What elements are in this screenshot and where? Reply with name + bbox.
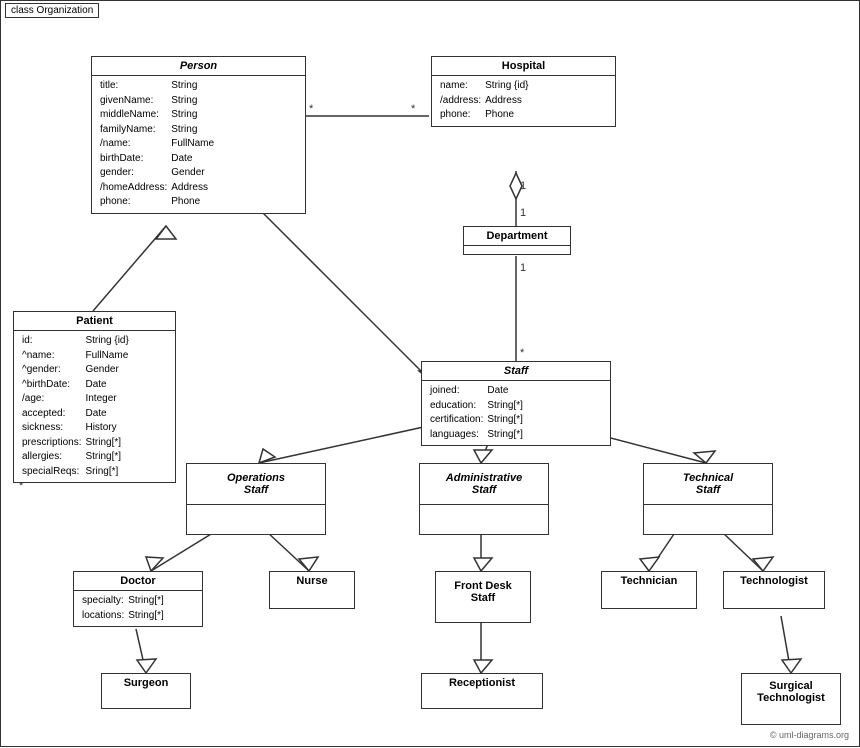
svg-text:1: 1 <box>520 262 526 274</box>
class-technical-staff: TechnicalStaff <box>643 463 773 535</box>
class-operations-staff-title: OperationsStaff <box>187 464 325 505</box>
class-technologist: Technologist <box>723 571 825 609</box>
class-front-desk-staff-title: Front DeskStaff <box>436 572 530 607</box>
class-surgeon: Surgeon <box>101 673 191 709</box>
class-technician: Technician <box>601 571 697 609</box>
class-administrative-staff-title: AdministrativeStaff <box>420 464 548 505</box>
class-staff: Staff joined:Date education:String[*] ce… <box>421 361 611 446</box>
class-hospital-title: Hospital <box>432 57 615 76</box>
class-person-attrs: title:String givenName:String middleName… <box>92 76 305 213</box>
class-hospital: Hospital name:String {id} /address:Addre… <box>431 56 616 127</box>
class-nurse-title: Nurse <box>270 572 354 590</box>
class-receptionist: Receptionist <box>421 673 543 709</box>
class-operations-staff: OperationsStaff <box>186 463 326 535</box>
class-surgical-technologist: SurgicalTechnologist <box>741 673 841 725</box>
copyright-text: © uml-diagrams.org <box>770 730 849 740</box>
class-technologist-title: Technologist <box>724 572 824 590</box>
class-person-title: Person <box>92 57 305 76</box>
class-nurse: Nurse <box>269 571 355 609</box>
class-administrative-staff: AdministrativeStaff <box>419 463 549 535</box>
class-receptionist-title: Receptionist <box>422 674 542 692</box>
svg-text:1: 1 <box>520 180 526 192</box>
class-patient-attrs: id:String {id} ^name:FullName ^gender:Ge… <box>14 331 175 482</box>
diagram-canvas: class Organization * * 1 1 1 * <box>0 0 860 747</box>
svg-text:*: * <box>411 103 416 115</box>
svg-text:1: 1 <box>520 207 526 219</box>
class-staff-title: Staff <box>422 362 610 381</box>
svg-text:*: * <box>520 347 525 359</box>
class-person: Person title:String givenName:String mid… <box>91 56 306 214</box>
class-patient-title: Patient <box>14 312 175 331</box>
class-surgeon-title: Surgeon <box>102 674 190 692</box>
class-hospital-attrs: name:String {id} /address:Address phone:… <box>432 76 615 126</box>
class-doctor-title: Doctor <box>74 572 202 591</box>
class-department-attrs <box>464 246 570 254</box>
class-surgical-technologist-title: SurgicalTechnologist <box>742 674 840 707</box>
class-doctor: Doctor specialty:String[*] locations:Str… <box>73 571 203 627</box>
class-front-desk-staff: Front DeskStaff <box>435 571 531 623</box>
diagram-title: class Organization <box>5 3 99 18</box>
class-technical-staff-title: TechnicalStaff <box>644 464 772 505</box>
class-department-title: Department <box>464 227 570 246</box>
class-technician-title: Technician <box>602 572 696 590</box>
class-staff-attrs: joined:Date education:String[*] certific… <box>422 381 610 445</box>
class-patient: Patient id:String {id} ^name:FullName ^g… <box>13 311 176 483</box>
class-department: Department <box>463 226 571 255</box>
svg-text:*: * <box>309 103 314 115</box>
class-doctor-attrs: specialty:String[*] locations:String[*] <box>74 591 202 626</box>
